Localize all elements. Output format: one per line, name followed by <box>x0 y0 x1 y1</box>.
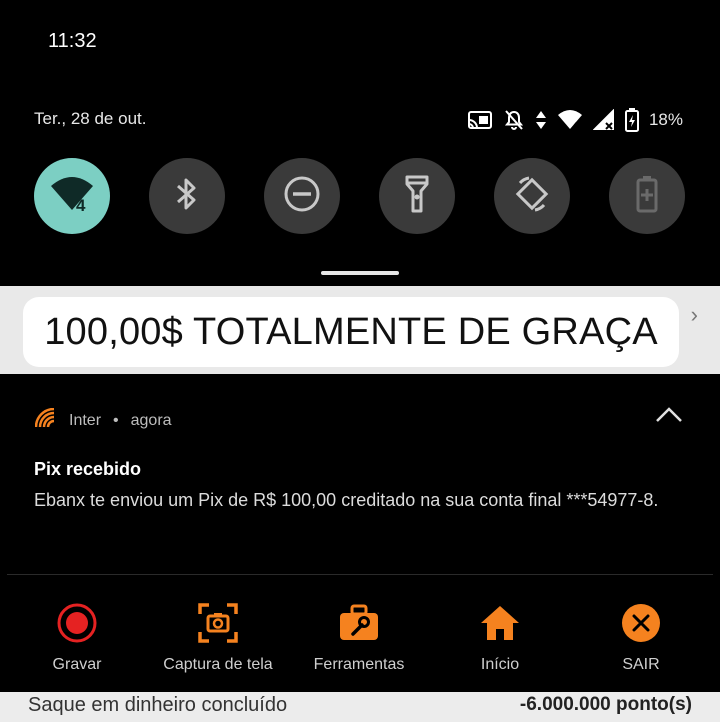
notification-time: agora <box>130 411 172 429</box>
svg-text:4: 4 <box>572 121 579 131</box>
action-label: Captura de tela <box>163 656 273 673</box>
notification-separator: • <box>113 411 119 429</box>
status-time: 11:32 <box>48 30 97 52</box>
action-label: Ferramentas <box>313 656 405 673</box>
cast-icon <box>467 110 493 130</box>
promo-banner: 100,00$ TOTALMENTE DE GRAÇA <box>23 297 679 367</box>
action-screenshot[interactable]: Captura de tela <box>148 602 288 674</box>
exit-icon <box>571 602 711 644</box>
inter-app-icon <box>34 407 57 433</box>
qs-status-icons: 4 18% <box>467 108 683 132</box>
action-label: SAIR <box>622 656 660 673</box>
battery-percent: 18% <box>648 110 683 129</box>
wifi-icon: 4 <box>50 174 94 219</box>
bluetooth-icon <box>174 176 200 217</box>
action-label: Gravar <box>52 656 102 673</box>
action-record[interactable]: Gravar <box>7 602 147 674</box>
quick-settings-panel: Ter., 28 de out. 4 18% 4 <box>7 88 713 286</box>
bell-off-icon <box>503 109 525 131</box>
status-bar: 11:32 <box>0 0 720 84</box>
battery-saver-icon <box>636 175 658 218</box>
qs-drag-handle[interactable] <box>321 271 399 275</box>
wifi-status-icon: 4 <box>557 109 583 131</box>
do-not-disturb-icon <box>283 175 321 218</box>
notification-card[interactable]: Inter • agora Pix recebido Ebanx te envi… <box>7 376 713 692</box>
auto-rotate-icon <box>513 175 551 218</box>
chevron-up-icon[interactable] <box>655 406 683 429</box>
tile-battery-saver[interactable] <box>609 158 685 234</box>
flashlight-icon <box>405 175 429 218</box>
notification-divider <box>7 574 713 575</box>
notification-title: Pix recebido <box>34 459 142 479</box>
background-list-row: Saque em dinheiro concluído -6.000.000 p… <box>0 692 720 722</box>
tile-bluetooth[interactable] <box>149 158 225 234</box>
notification-header: Inter • agora <box>34 407 172 433</box>
tile-flashlight[interactable] <box>379 158 455 234</box>
battery-icon <box>624 108 639 132</box>
tile-wifi[interactable]: 4 <box>34 158 110 234</box>
action-tools[interactable]: Ferramentas <box>289 602 429 674</box>
record-icon <box>7 602 147 644</box>
background-row-label: Saque em dinheiro concluído <box>28 694 288 716</box>
svg-text:4: 4 <box>76 196 86 214</box>
banner-text: 100,00$ TOTALMENTE DE GRAÇA <box>44 310 658 353</box>
notification-body: Ebanx te enviou um Pix de R$ 100,00 cred… <box>34 490 659 510</box>
home-icon <box>430 602 570 644</box>
action-label: Início <box>480 656 520 673</box>
screenshot-icon <box>148 602 288 644</box>
qs-date[interactable]: Ter., 28 de out. <box>34 109 146 129</box>
toolbox-icon <box>289 602 429 644</box>
action-home[interactable]: Início <box>430 602 570 674</box>
action-exit[interactable]: SAIR <box>571 602 711 674</box>
data-arrows-icon <box>535 110 547 130</box>
background-row-value: -6.000.000 ponto(s) <box>519 694 692 715</box>
chevron-right-icon: › <box>690 302 698 327</box>
cell-signal-icon <box>592 109 615 131</box>
tile-do-not-disturb[interactable] <box>264 158 340 234</box>
notification-app-name: Inter <box>69 411 102 429</box>
tile-auto-rotate[interactable] <box>494 158 570 234</box>
